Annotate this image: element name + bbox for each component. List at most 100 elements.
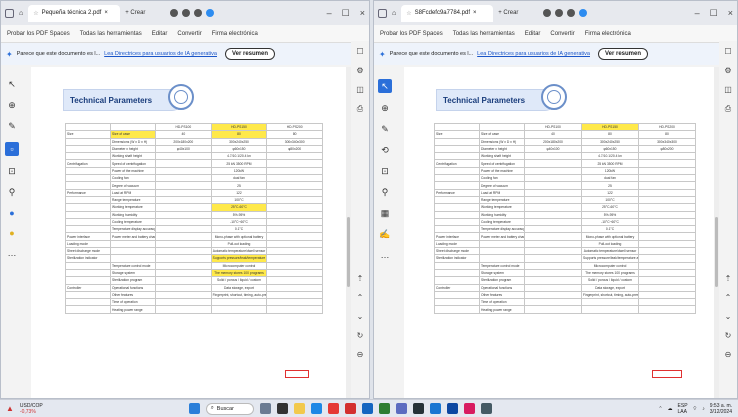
share-icon[interactable] — [543, 9, 552, 17]
menu-item-spaces[interactable]: Probar los PDF Spaces — [7, 31, 70, 37]
grid-icon[interactable]: ▦ — [381, 208, 390, 219]
profile-icon[interactable] — [206, 9, 215, 17]
app2-icon[interactable] — [429, 403, 441, 414]
zoom-icon[interactable]: ⊕ — [381, 103, 389, 114]
star-icon[interactable]: ☆ — [406, 10, 411, 17]
rotate-icon[interactable]: ↻ — [357, 331, 364, 340]
stamp-icon[interactable]: ⚲ — [9, 187, 16, 198]
close-window-icon[interactable]: × — [360, 8, 365, 19]
tab-document[interactable]: ☆ S8Fcdefc9a7784.pdf × — [401, 4, 494, 22]
ai-icon: ✦ — [379, 49, 386, 59]
close-window-icon[interactable]: × — [728, 8, 733, 19]
search-box[interactable]: ⌕ Buscar — [205, 402, 254, 415]
attach-icon[interactable]: ⎙ — [725, 104, 731, 114]
pen-icon[interactable]: ✎ — [381, 124, 389, 135]
maximize-icon[interactable]: ☐ — [342, 8, 350, 19]
sign-icon[interactable]: ✍ — [379, 229, 390, 240]
taskview-icon[interactable] — [276, 403, 288, 414]
language-indicator[interactable]: ESP LAA — [678, 403, 688, 415]
bookmark-icon[interactable]: ◫ — [356, 85, 364, 94]
edge-icon[interactable] — [310, 403, 322, 414]
profile-icon[interactable] — [579, 9, 588, 17]
page-up-icon[interactable]: ⇡ — [725, 274, 732, 283]
more-icon[interactable]: … — [381, 250, 390, 260]
rotate-icon[interactable]: ↻ — [725, 331, 732, 340]
scroll-up-icon[interactable]: ⌃ — [725, 293, 732, 302]
new-tab-button[interactable]: + Crear — [498, 10, 518, 16]
chevron-up-icon[interactable]: ⌃ — [658, 406, 662, 412]
maximize-icon[interactable]: ☐ — [710, 8, 718, 19]
view-summary-button[interactable]: Ver resumen — [224, 48, 276, 60]
comment-icon[interactable]: ☐ — [724, 47, 731, 56]
excel-icon[interactable] — [378, 403, 390, 414]
scroll-up-icon[interactable]: ⌃ — [357, 293, 364, 302]
bookmark-icon[interactable]: ◫ — [724, 85, 732, 94]
crop-icon[interactable]: ⊡ — [8, 166, 16, 177]
cloud-icon[interactable]: ☁ — [668, 406, 673, 412]
apps-icon[interactable] — [567, 9, 576, 17]
menu-item-convert[interactable]: Convertir — [177, 31, 201, 37]
page-up-icon[interactable]: ⇡ — [357, 274, 364, 283]
minimize-icon[interactable]: – — [327, 8, 332, 19]
ai-guidelines-link[interactable]: Lea Directrices para usuarios de IA gene… — [477, 51, 590, 57]
app-icon[interactable] — [412, 403, 424, 414]
menu-item-sign[interactable]: Firma electrónica — [585, 31, 631, 37]
close-icon[interactable]: × — [104, 10, 108, 16]
zoom-out-icon[interactable]: ⊖ — [357, 350, 364, 359]
app4-icon[interactable] — [463, 403, 475, 414]
teams-icon[interactable] — [395, 403, 407, 414]
chrome-icon[interactable] — [327, 403, 339, 414]
lasso-icon[interactable]: ⟲ — [381, 145, 389, 156]
tab-prev[interactable]: ⌂ — [19, 10, 23, 17]
cursor-icon[interactable]: ↖ — [8, 79, 16, 90]
pen-icon[interactable]: ✎ — [8, 121, 16, 132]
attach-icon[interactable]: ⎙ — [357, 104, 363, 114]
zoom-out-icon[interactable]: ⊖ — [725, 350, 732, 359]
cursor-icon[interactable]: ↖ — [378, 79, 392, 93]
scroll-down-icon[interactable]: ⌄ — [725, 312, 732, 321]
star-icon[interactable]: ☆ — [33, 10, 38, 17]
volume-icon[interactable]: ♪ — [702, 406, 705, 412]
start-icon[interactable] — [188, 403, 200, 414]
app5-icon[interactable] — [480, 403, 492, 414]
more-icon[interactable]: … — [8, 248, 17, 258]
clock[interactable]: 9:53 a. m. 3/12/2024 — [710, 403, 732, 415]
menu-item-edit[interactable]: Editar — [152, 31, 168, 37]
drop-icon[interactable]: ● — [9, 208, 14, 218]
stock-widget[interactable]: USD/COP -0,73% — [20, 403, 43, 415]
share-icon[interactable] — [170, 9, 179, 17]
menu-item-spaces[interactable]: Probar los PDF Spaces — [380, 31, 443, 37]
minimize-icon[interactable]: – — [695, 8, 700, 19]
menu-icon[interactable] — [5, 8, 14, 18]
bell-icon[interactable] — [182, 9, 191, 17]
ai-guidelines-link[interactable]: Lea Directrices para usuarios de IA gene… — [104, 51, 217, 57]
wifi-icon[interactable]: ⌔ — [693, 406, 698, 412]
comment-icon[interactable]: ☐ — [356, 47, 363, 56]
menu-item-sign[interactable]: Firma electrónica — [212, 31, 258, 37]
menu-item-edit[interactable]: Editar — [525, 31, 541, 37]
light-icon[interactable]: ● — [9, 228, 14, 238]
ai-assistant-icon[interactable]: ⚙ — [356, 66, 363, 75]
menu-icon[interactable] — [378, 8, 387, 18]
zoom-icon[interactable]: ⊕ — [8, 100, 16, 111]
bell-icon[interactable] — [555, 9, 564, 17]
scroll-down-icon[interactable]: ⌄ — [357, 312, 364, 321]
menu-item-tools[interactable]: Todas las herramientas — [453, 31, 515, 37]
tab-document[interactable]: ☆ Pequeña técnica 2.pdf × — [28, 4, 121, 22]
ai-assistant-icon[interactable]: ⚙ — [724, 66, 731, 75]
tab-prev[interactable]: ⌂ — [392, 10, 396, 17]
menu-item-tools[interactable]: Todas las herramientas — [80, 31, 142, 37]
apps-icon[interactable] — [194, 9, 203, 17]
close-icon[interactable]: × — [473, 10, 477, 16]
outlook-icon[interactable] — [361, 403, 373, 414]
acrobat-icon[interactable] — [344, 403, 356, 414]
crop-icon[interactable]: ⊡ — [381, 166, 389, 177]
menu-item-convert[interactable]: Convertir — [550, 31, 574, 37]
select-icon[interactable]: ▫ — [5, 142, 19, 156]
view-summary-button[interactable]: Ver resumen — [597, 48, 649, 60]
stamp-icon[interactable]: ⚲ — [382, 187, 389, 198]
new-tab-button[interactable]: + Crear — [125, 10, 145, 16]
explorer-icon[interactable] — [293, 403, 305, 414]
widgets-icon[interactable] — [259, 403, 271, 414]
app3-icon[interactable] — [446, 403, 458, 414]
